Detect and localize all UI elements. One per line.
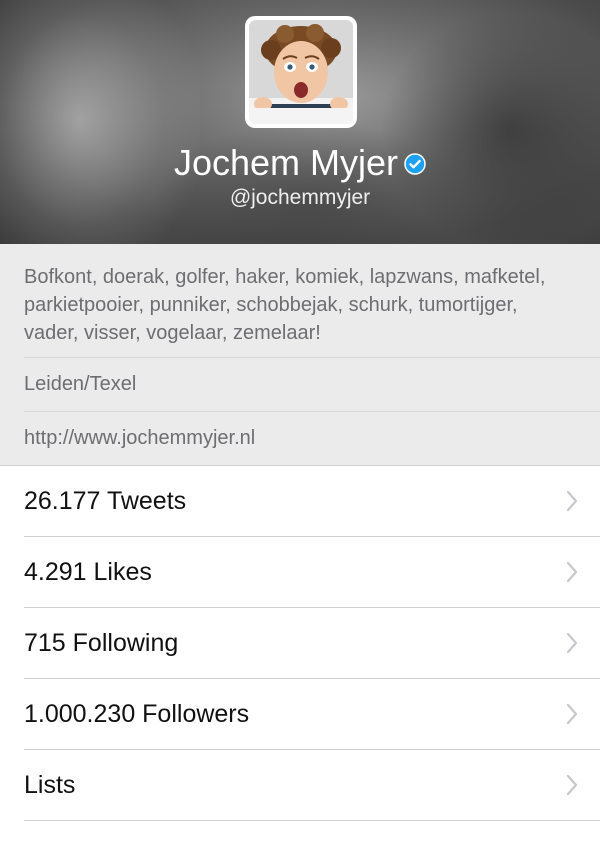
chevron-right-icon <box>566 774 578 796</box>
tweets-label: 26.177 Tweets <box>24 487 187 515</box>
chevron-right-icon <box>566 632 578 654</box>
profile-location: Leiden/Texel <box>24 358 600 412</box>
tweets-row[interactable]: 26.177 Tweets <box>24 466 600 537</box>
profile-info-section: Bofkont, doerak, golfer, haker, komiek, … <box>0 244 600 466</box>
followers-row[interactable]: 1.000.230 Followers <box>24 679 600 750</box>
followers-label: 1.000.230 Followers <box>24 700 250 728</box>
likes-row[interactable]: 4.291 Likes <box>24 537 600 608</box>
profile-name: Jochem Myjer <box>173 142 399 183</box>
following-label: 715 Following <box>24 629 179 657</box>
verified-badge-icon <box>404 143 426 183</box>
avatar-image <box>249 20 353 124</box>
likes-label: 4.291 Likes <box>24 558 152 586</box>
lists-row[interactable]: Lists <box>24 750 600 821</box>
profile-handle: @jochemmyjer <box>229 186 371 209</box>
profile-url-link[interactable]: http://www.jochemmyjer.nl <box>24 412 600 465</box>
lists-label: Lists <box>24 771 76 799</box>
chevron-right-icon <box>566 561 578 583</box>
profile-header: Jochem Myjer @jochemmyjer <box>0 0 600 244</box>
chevron-right-icon <box>566 703 578 725</box>
avatar[interactable] <box>245 16 357 128</box>
chevron-right-icon <box>566 490 578 512</box>
profile-name-row: Jochem Myjer <box>0 143 600 185</box>
following-row[interactable]: 715 Following <box>24 608 600 679</box>
profile-bio: Bofkont, doerak, golfer, haker, komiek, … <box>24 244 600 358</box>
profile-stats-list: 26.177 Tweets 4.291 Likes 715 Following … <box>0 466 600 821</box>
